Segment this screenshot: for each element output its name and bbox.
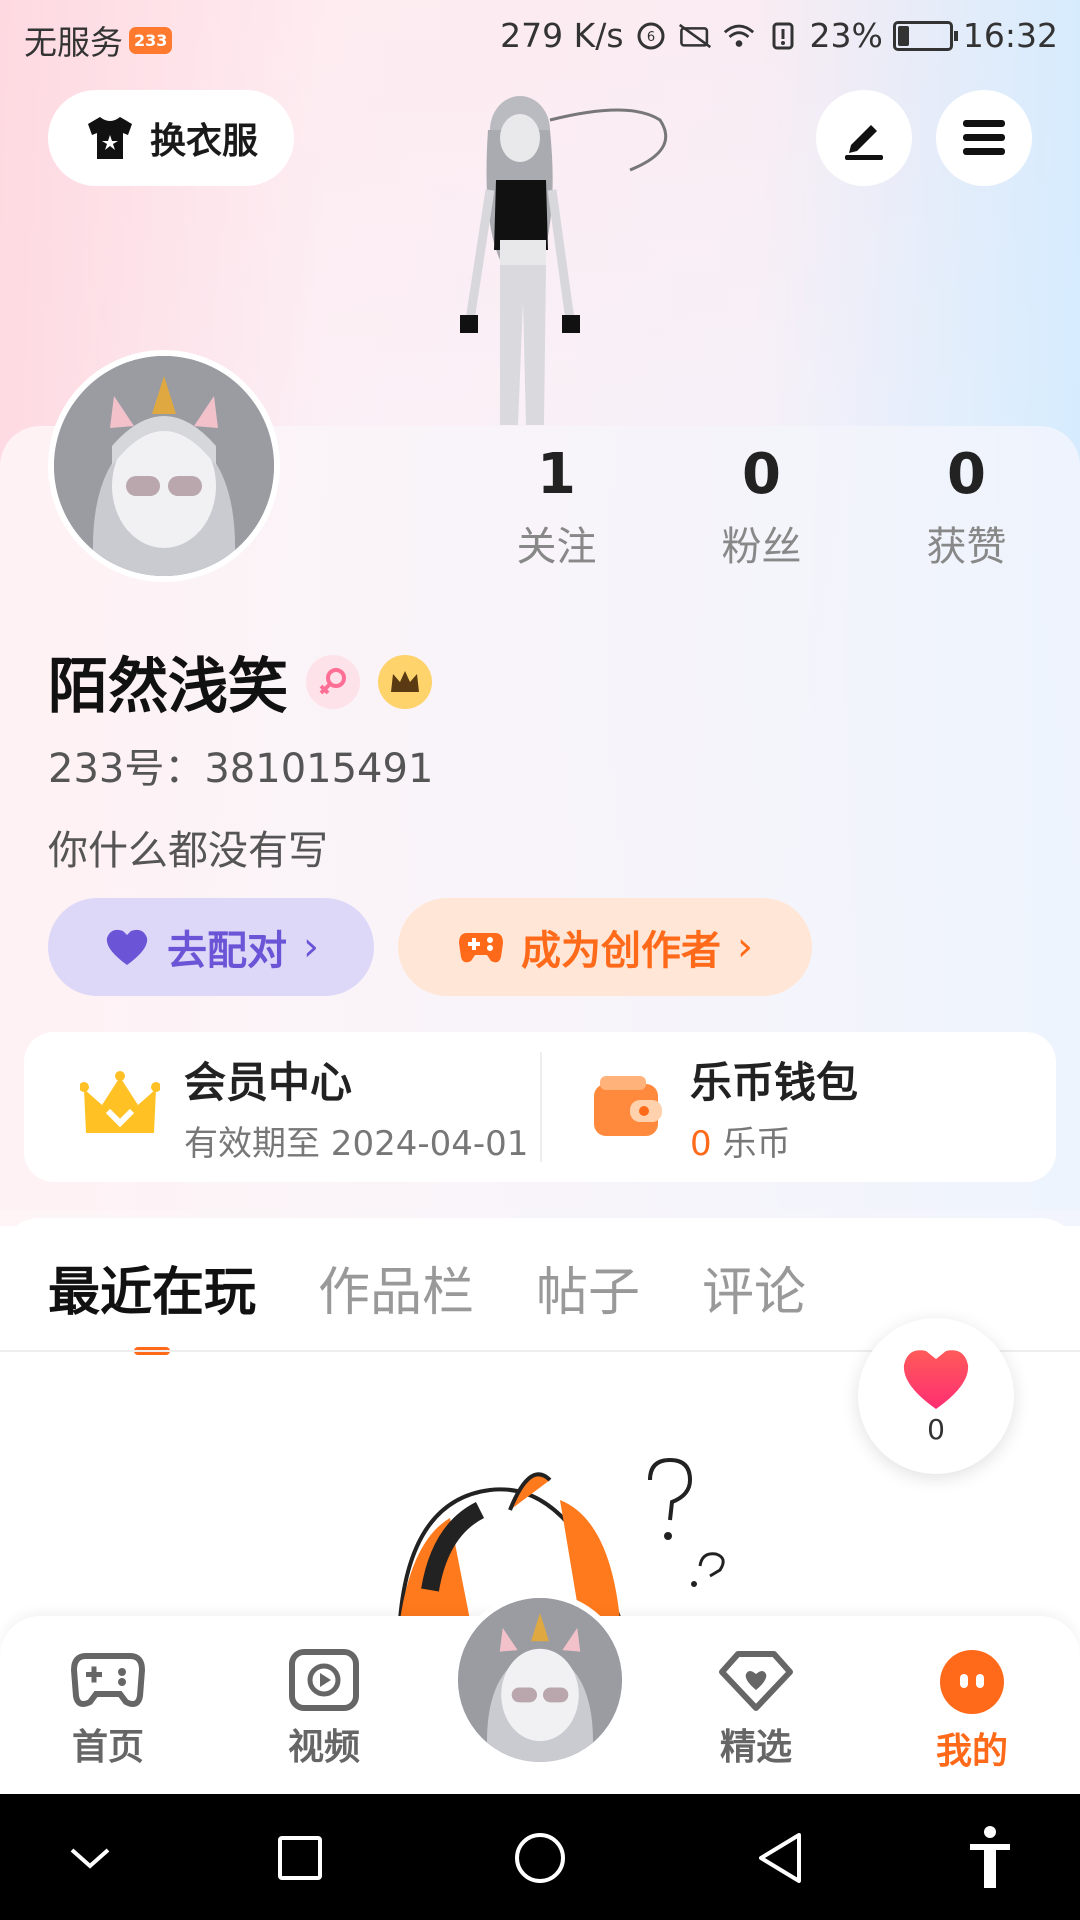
fans-count: 0: [742, 442, 781, 507]
change-outfit-label: 换衣服: [149, 121, 258, 162]
user-bio[interactable]: 你什么都没有写: [48, 818, 328, 876]
user-id[interactable]: 233号：381015491: [48, 736, 433, 794]
username: 陌然浅笑: [48, 652, 288, 722]
following-count: 1: [537, 442, 576, 507]
vip-crown-icon: [80, 1071, 160, 1133]
empty-state-illustration: [397, 1457, 725, 1620]
following-label: 关注: [516, 524, 597, 570]
chevron-right-icon: ›: [303, 924, 319, 970]
profile-avatar[interactable]: [48, 350, 280, 582]
me-icon: [940, 1650, 1004, 1714]
chevron-right-icon: ›: [737, 924, 753, 970]
creator-label: 成为创作者: [521, 928, 721, 974]
hamburger-menu-icon: [963, 120, 1005, 155]
wallet-icon: [594, 1076, 662, 1136]
likes-count: 0: [947, 442, 986, 507]
like-count: 0: [927, 1412, 945, 1446]
carrier-text: 无服务: [24, 23, 123, 62]
nav-video-label: 视频: [287, 1727, 360, 1768]
battery-saver-icon: [772, 22, 794, 49]
stat-likes[interactable]: 0 获赞: [864, 440, 1069, 572]
no-sim-icon: [678, 23, 711, 48]
heart-icon: [106, 929, 148, 965]
avatar-portrait: [54, 356, 274, 576]
avatar-3d-figure[interactable]: [430, 90, 690, 430]
hd-icon: 6: [637, 22, 665, 49]
become-creator-button[interactable]: 成为创作者 ›: [398, 898, 812, 996]
nav-featured[interactable]: 精选: [686, 1648, 826, 1770]
edit-profile-button[interactable]: [816, 90, 912, 186]
menu-button[interactable]: [936, 90, 1032, 186]
likes-label: 获赞: [926, 524, 1007, 570]
wallet-entry[interactable]: 乐币钱包 0 乐币: [590, 1032, 858, 1182]
like-floating-button[interactable]: 0: [858, 1318, 1014, 1474]
status-bar: 无服务 233 279 K/s 6 23% 16:32: [0, 0, 1080, 76]
nav-home[interactable]: 首页: [38, 1648, 178, 1770]
change-outfit-button[interactable]: 换衣服: [48, 90, 294, 186]
nav-home-label: 首页: [71, 1727, 144, 1768]
back-button[interactable]: [742, 1820, 818, 1896]
pencil-icon: [845, 125, 883, 160]
tab-recently-played[interactable]: 最近在玩: [48, 1250, 256, 1355]
vip-center-entry[interactable]: 会员中心 有效期至 2024-04-01: [80, 1032, 528, 1182]
nav-avatar-center[interactable]: [452, 1592, 628, 1768]
gamepad-icon: [70, 1653, 146, 1707]
membership-wallet-card: 会员中心 有效期至 2024-04-01 乐币钱包 0 乐币: [24, 1032, 1056, 1182]
wallet-unit: 乐币: [722, 1124, 791, 1164]
card-divider: [540, 1052, 542, 1162]
home-button[interactable]: [502, 1820, 578, 1896]
female-gender-icon: [306, 654, 360, 709]
crown-badge-icon[interactable]: [378, 654, 432, 709]
nav-featured-label: 精选: [719, 1727, 792, 1768]
vip-expiry: 有效期至 2024-04-01: [184, 1124, 529, 1164]
clock-time: 16:32: [962, 16, 1058, 55]
tab-posts[interactable]: 帖子: [536, 1250, 640, 1325]
collapse-chevron-icon[interactable]: [52, 1820, 128, 1896]
nav-me[interactable]: 我的: [902, 1648, 1042, 1774]
username-row: 陌然浅笑: [48, 638, 432, 725]
tab-comments[interactable]: 评论: [702, 1250, 806, 1325]
nav-video[interactable]: 视频: [254, 1648, 394, 1770]
profile-stats: 1 关注 0 粉丝 0 获赞: [454, 440, 1069, 572]
recent-apps-button[interactable]: [262, 1820, 338, 1896]
battery-icon: [892, 20, 958, 51]
battery-percent: 23%: [809, 16, 883, 55]
net-speed-text: 279 K/s: [500, 16, 624, 55]
stat-fans[interactable]: 0 粉丝: [659, 440, 864, 572]
vip-center-title: 会员中心: [184, 1058, 353, 1107]
wallet-balance: 0: [690, 1124, 712, 1164]
fans-label: 粉丝: [721, 524, 802, 570]
profile-tabs: 最近在玩 作品栏 帖子 评论: [48, 1250, 806, 1355]
stat-following[interactable]: 1 关注: [454, 440, 659, 572]
red-heart-icon: [903, 1349, 969, 1409]
tab-works[interactable]: 作品栏: [318, 1250, 474, 1325]
gamepad-icon: [459, 933, 503, 963]
wifi-icon: [723, 24, 754, 47]
heart-diamond-icon: [719, 1651, 793, 1711]
match-button[interactable]: 去配对 ›: [48, 898, 374, 996]
nav-avatar-portrait: [458, 1598, 622, 1762]
nav-me-label: 我的: [935, 1731, 1008, 1772]
accessibility-icon[interactable]: [952, 1820, 1028, 1896]
app-notification-badge: 233: [129, 26, 173, 54]
wallet-title: 乐币钱包: [690, 1058, 859, 1107]
svg-text:6: 6: [646, 30, 654, 45]
video-icon: [289, 1649, 359, 1711]
shirt-icon: [87, 117, 132, 159]
match-label: 去配对: [167, 928, 287, 974]
